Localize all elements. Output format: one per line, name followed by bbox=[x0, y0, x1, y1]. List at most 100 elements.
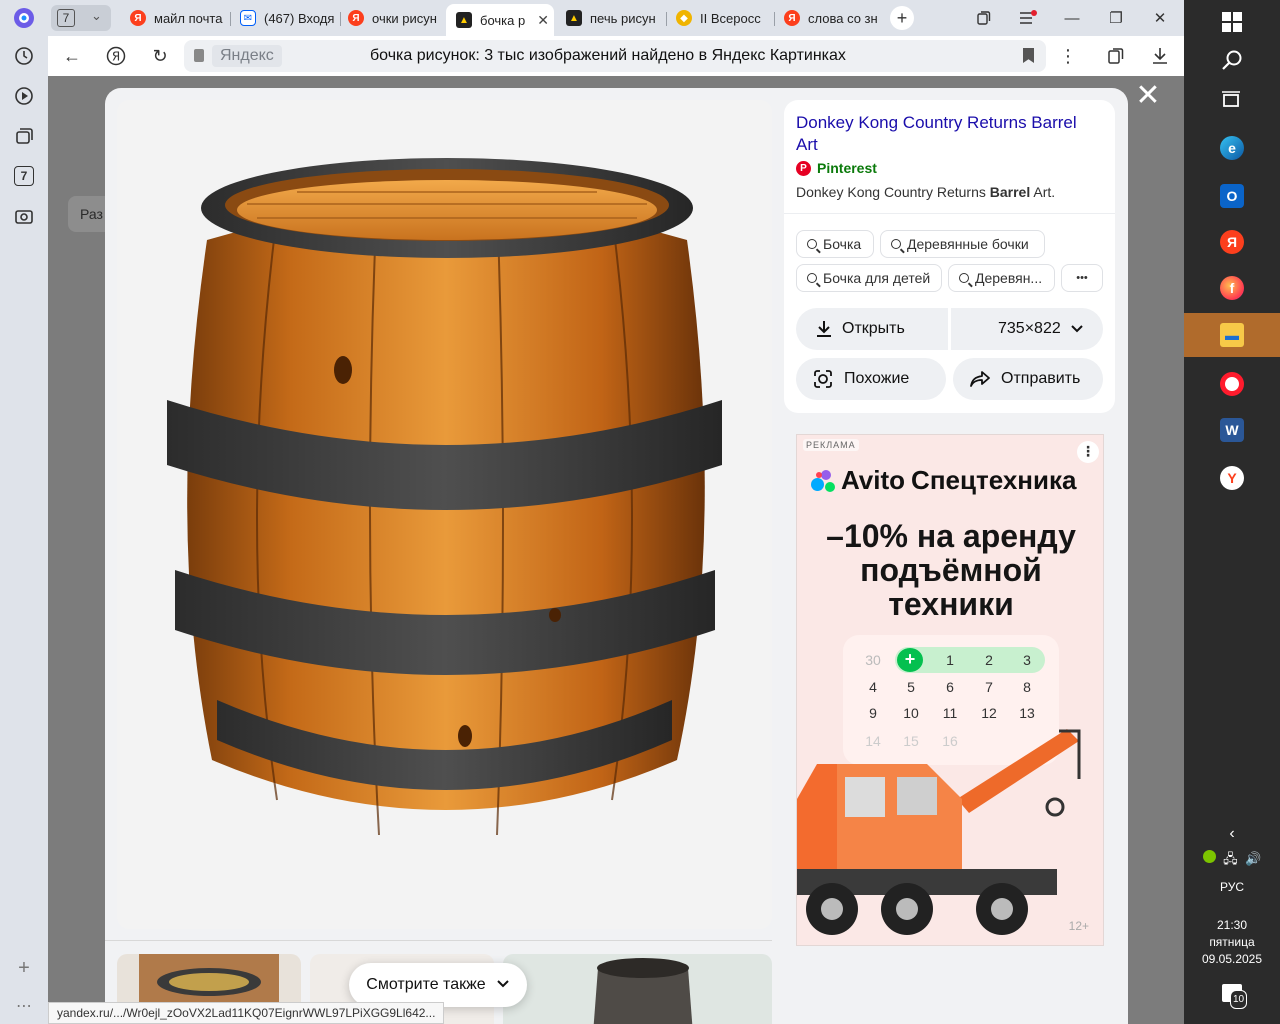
images-icon: ▲ bbox=[566, 10, 582, 26]
new-tab-button[interactable]: + bbox=[890, 6, 914, 30]
see-also-label: Смотрите также bbox=[366, 976, 486, 993]
see-also-button[interactable]: Смотрите также bbox=[349, 963, 527, 1007]
close-tab-icon[interactable]: ✕ bbox=[537, 12, 549, 29]
document-icon: ◆ bbox=[676, 10, 692, 26]
add-panel-icon[interactable]: + bbox=[12, 956, 36, 980]
tab-stove[interactable]: ▲ печь рисун bbox=[556, 4, 666, 32]
restore-icon[interactable]: ❐ bbox=[1104, 8, 1128, 28]
tab-olympiad[interactable]: ◆ II Всеросс bbox=[666, 4, 774, 32]
play-icon[interactable] bbox=[12, 84, 36, 108]
yandex-icon: Я bbox=[784, 10, 800, 26]
search-icon[interactable] bbox=[1184, 38, 1280, 82]
download-icon bbox=[817, 321, 831, 337]
outlook-icon[interactable]: O bbox=[1184, 174, 1280, 218]
tab-glasses[interactable]: Я очки рисун bbox=[338, 4, 444, 32]
notifications-icon[interactable]: 10 bbox=[1184, 984, 1280, 1009]
word-icon[interactable]: W bbox=[1184, 408, 1280, 452]
calendar-day: 5 bbox=[907, 679, 915, 695]
ad-menu-icon[interactable]: ⋮ bbox=[1077, 441, 1099, 463]
svg-text:Я: Я bbox=[112, 50, 120, 64]
tab-group-button[interactable]: 7 ⌄ bbox=[51, 5, 111, 31]
tab-inbox[interactable]: ✉ (467) Входя bbox=[230, 4, 340, 32]
edge-icon[interactable]: e bbox=[1184, 126, 1280, 170]
size-label: 735×822 bbox=[998, 320, 1061, 337]
menu-icon[interactable] bbox=[1016, 8, 1040, 28]
source-label: Pinterest bbox=[817, 160, 877, 176]
search-icon bbox=[959, 273, 969, 283]
description-text: Donkey Kong Country Returns bbox=[796, 184, 990, 200]
headline-line: техники bbox=[888, 586, 1014, 622]
address-bar-row: ← Я ↻ Яндекс бочка рисунок: 3 тыс изобра… bbox=[48, 36, 1184, 76]
tag-wooden-barrels[interactable]: Деревянные бочки bbox=[880, 230, 1045, 258]
opera-icon[interactable] bbox=[1184, 362, 1280, 406]
share-button[interactable]: Отправить bbox=[953, 358, 1103, 400]
description-text: Art. bbox=[1030, 184, 1056, 200]
file-explorer-icon[interactable]: ▬ bbox=[1184, 313, 1280, 357]
close-window-icon[interactable]: ✕ bbox=[1148, 8, 1172, 28]
images-icon: ▲ bbox=[456, 12, 472, 28]
tab-words[interactable]: Я слова со зн bbox=[774, 4, 884, 32]
tag-barrel-for-kids[interactable]: Бочка для детей bbox=[796, 264, 942, 292]
ad-banner[interactable]: РЕКЛАМА ⋮ Avito Спецтехника –10% на арен… bbox=[796, 434, 1104, 946]
collections-icon[interactable] bbox=[972, 8, 996, 28]
extensions-icon[interactable] bbox=[1104, 44, 1128, 68]
clock-day[interactable]: пятница bbox=[1184, 934, 1280, 951]
similar-button[interactable]: Похожие bbox=[796, 358, 946, 400]
clock-date[interactable]: 09.05.2025 bbox=[1184, 951, 1280, 968]
tag-label: Бочка bbox=[823, 236, 862, 252]
firefox-icon[interactable]: f bbox=[1184, 266, 1280, 310]
reload-icon[interactable]: ↻ bbox=[148, 44, 172, 68]
open-label: Открыть bbox=[842, 320, 905, 337]
address-text[interactable]: бочка рисунок: 3 тыс изображений найдено… bbox=[370, 47, 846, 65]
yandex-browser-icon[interactable]: Y bbox=[1184, 456, 1280, 500]
tag-wooden[interactable]: Деревян... bbox=[948, 264, 1055, 292]
shield-icon[interactable] bbox=[1202, 850, 1216, 863]
divider bbox=[784, 213, 1115, 214]
tab-mail[interactable]: Я майл почта bbox=[120, 4, 228, 32]
chevron-down-icon bbox=[1071, 325, 1083, 333]
size-select[interactable]: 735×822 bbox=[951, 308, 1103, 350]
pinterest-icon: P bbox=[796, 160, 811, 176]
language-indicator[interactable]: РУС bbox=[1184, 879, 1280, 896]
calendar-day: 7 bbox=[985, 679, 993, 695]
clock-time[interactable]: 21:30 bbox=[1184, 917, 1280, 934]
related-thumbnail[interactable] bbox=[503, 954, 772, 1024]
similar-label: Похожие bbox=[844, 370, 910, 387]
history-icon[interactable] bbox=[12, 44, 36, 68]
more-tags-button[interactable]: ••• bbox=[1061, 264, 1103, 292]
task-view-icon[interactable] bbox=[1184, 78, 1280, 122]
collections-icon[interactable] bbox=[12, 124, 36, 148]
main-image[interactable] bbox=[117, 100, 772, 929]
address-bar[interactable]: Яндекс бочка рисунок: 3 тыс изображений … bbox=[184, 40, 1046, 72]
screenshot-icon[interactable] bbox=[12, 204, 36, 228]
brand-name: Avito bbox=[841, 465, 906, 495]
source-link[interactable]: P Pinterest bbox=[796, 160, 877, 176]
yandex-logo-icon[interactable]: Я bbox=[104, 44, 128, 68]
site-chip[interactable]: Яндекс bbox=[212, 45, 282, 67]
tray-expand-icon[interactable]: ‹ bbox=[1184, 825, 1280, 842]
tab-count-icon[interactable]: 7 bbox=[14, 166, 34, 186]
volume-icon[interactable]: 🔊 bbox=[1245, 851, 1261, 866]
image-title-link[interactable]: Donkey Kong Country Returns Barrel Art bbox=[796, 112, 1096, 156]
more-icon[interactable]: ⋯ bbox=[12, 994, 36, 1018]
tab-barrel[interactable]: ▲ бочка р ✕ bbox=[446, 4, 554, 36]
ad-headline: –10% на аренду подъёмной техники bbox=[797, 519, 1103, 622]
open-button[interactable]: Открыть bbox=[796, 308, 948, 350]
yandex-app-icon[interactable]: Я bbox=[1184, 220, 1280, 264]
image-info-card: Donkey Kong Country Returns Barrel Art P… bbox=[784, 100, 1115, 413]
notification-count: 10 bbox=[1230, 990, 1248, 1009]
more-vertical-icon[interactable]: ⋮ bbox=[1056, 44, 1080, 68]
tag-barrel[interactable]: Бочка bbox=[796, 230, 874, 258]
calendar-day: 6 bbox=[946, 679, 954, 695]
back-icon[interactable]: ← bbox=[60, 44, 84, 68]
bookmark-icon[interactable] bbox=[1023, 48, 1034, 63]
search-icon bbox=[807, 239, 817, 249]
close-viewer-icon[interactable]: ✕ bbox=[1132, 81, 1164, 114]
yandex-icon: Я bbox=[348, 10, 364, 26]
network-icon[interactable]: 🖧 bbox=[1223, 851, 1238, 866]
alice-icon[interactable] bbox=[12, 6, 36, 30]
minimize-icon[interactable]: — bbox=[1060, 8, 1084, 28]
search-icon bbox=[891, 239, 901, 249]
download-icon[interactable] bbox=[1148, 44, 1172, 68]
tray-icons[interactable]: 🖧 🔊 bbox=[1184, 850, 1280, 867]
